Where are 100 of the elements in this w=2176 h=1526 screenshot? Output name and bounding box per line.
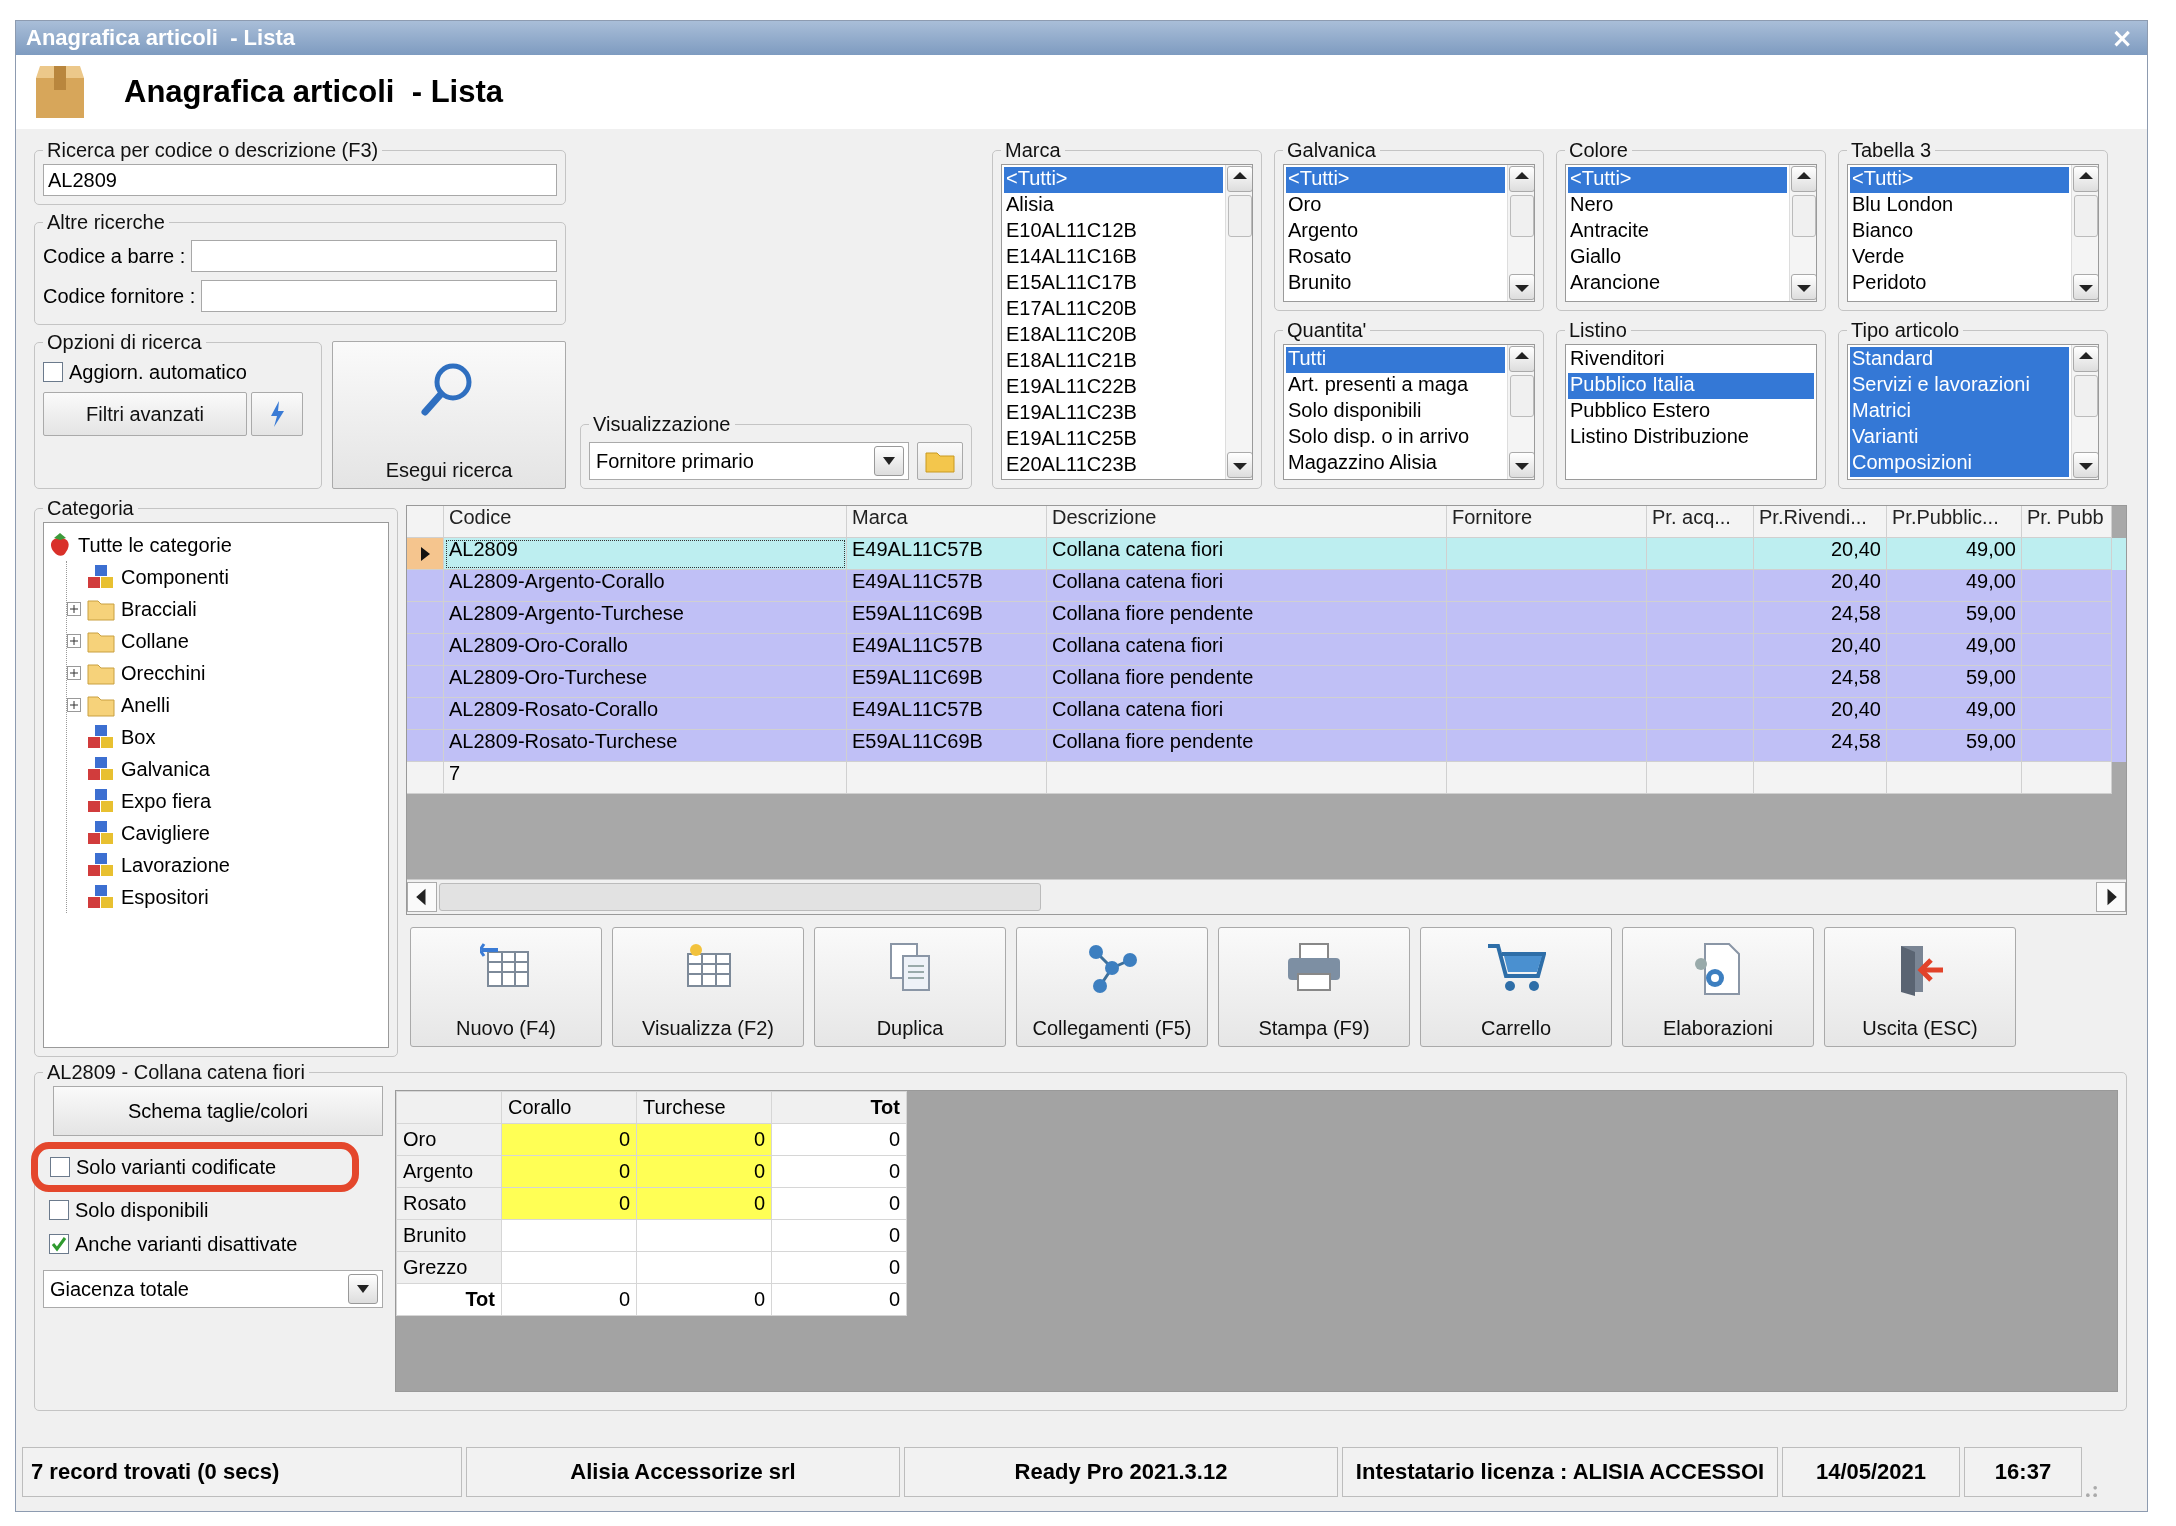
checkbox-label[interactable]: Solo disponibili [75, 1198, 209, 1222]
list-item[interactable]: Rivenditori [1568, 347, 1814, 373]
column-header[interactable]: Marca [847, 506, 1047, 538]
tree-item[interactable]: Expo fiera [121, 789, 212, 813]
scroll-down-button[interactable] [1509, 274, 1534, 300]
search-button[interactable]: Esegui ricerca [332, 341, 566, 489]
scroll-up-button[interactable] [1509, 166, 1534, 192]
list-item[interactable]: Bianco [1850, 219, 2069, 245]
horizontal-scrollbar[interactable] [407, 879, 2126, 914]
list-item[interactable]: Varianti [1850, 425, 2069, 451]
list-item[interactable]: Servizi e lavorazioni [1850, 373, 2069, 399]
scroll-up-button[interactable] [2073, 346, 2098, 372]
tree-item[interactable]: Anelli [121, 693, 170, 717]
checkbox-label[interactable]: Aggiorn. automatico [69, 360, 247, 384]
row-indicator[interactable] [407, 538, 444, 570]
table-row[interactable]: AL2809-Rosato-Turchese E59AL11C69B Collana fiore pendente 24,58 59,00 [407, 730, 2126, 762]
table-row[interactable]: AL2809-Oro-Turchese E59AL11C69B Collana fiore pendente 24,58 59,00 [407, 666, 2126, 698]
scroll-thumb[interactable] [1792, 195, 1816, 237]
list-item[interactable]: Peridoto [1850, 271, 2069, 297]
list-item[interactable]: E19AL11C25B [1004, 427, 1223, 453]
tree-item[interactable]: Bracciali [121, 597, 197, 621]
scroll-up-button[interactable] [2073, 166, 2098, 192]
list-item[interactable]: Alisia [1004, 193, 1223, 219]
list-item[interactable]: Giallo [1568, 245, 1787, 271]
expand-toggle[interactable] [67, 634, 81, 648]
list-item[interactable]: Art. presenti a maga [1286, 373, 1505, 399]
scroll-left-button[interactable] [407, 882, 437, 912]
table-row[interactable]: AL2809 E49AL11C57B Collana catena fiori 20,40 49,00 [407, 538, 2126, 570]
table-row[interactable]: AL2809-Argento-Corallo E49AL11C57B Collana catena fiori 20,40 49,00 [407, 570, 2126, 602]
toolbar-button[interactable]: Stampa (F9) [1218, 927, 1410, 1047]
list-item[interactable]: E19AL11C23B [1004, 401, 1223, 427]
list-item[interactable]: E18AL11C20B [1004, 323, 1223, 349]
list-item[interactable]: <Tutti> [1004, 167, 1223, 193]
list-item[interactable]: Blu London [1850, 193, 2069, 219]
list-item[interactable]: E15AL11C17B [1004, 271, 1223, 297]
list-item[interactable]: Solo disp. o in arrivo [1286, 425, 1505, 451]
scroll-thumb[interactable] [2074, 195, 2098, 237]
toolbar-button[interactable]: Carrello [1420, 927, 1612, 1047]
list-item[interactable]: <Tutti> [1568, 167, 1787, 193]
list-item[interactable]: Tutti [1286, 347, 1505, 373]
scrollbar[interactable] [1225, 165, 1252, 479]
list-item[interactable]: Verde [1850, 245, 2069, 271]
column-header[interactable]: Pr.Rivendi... [1754, 506, 1887, 538]
list-item[interactable]: E18AL11C21B [1004, 349, 1223, 375]
list-item[interactable]: Pubblico Italia [1568, 373, 1814, 399]
scrollbar[interactable] [2071, 165, 2098, 301]
scroll-thumb[interactable] [439, 883, 1041, 911]
column-header[interactable]: Descrizione [1047, 506, 1447, 538]
tree-item[interactable]: Cavigliere [121, 821, 210, 845]
list-item[interactable]: E20AL11C23B [1004, 453, 1223, 479]
advanced-filters-button[interactable]: Filtri avanzati [43, 392, 247, 436]
list-item[interactable]: Magazzino Alisia [1286, 451, 1505, 477]
toolbar-button[interactable]: Nuovo (F4) [410, 927, 602, 1047]
tree-item[interactable]: Galvanica [121, 757, 210, 781]
list-item[interactable]: <Tutti> [1286, 167, 1505, 193]
column-header[interactable]: Pr. acq... [1647, 506, 1754, 538]
checkbox[interactable] [43, 362, 63, 382]
scroll-down-button[interactable] [2073, 452, 2098, 478]
scroll-up-button[interactable] [1509, 346, 1534, 372]
lightning-button[interactable] [251, 392, 303, 436]
schema-button[interactable]: Schema taglie/colori [53, 1086, 383, 1136]
list-item[interactable]: E10AL11C12B [1004, 219, 1223, 245]
scroll-down-button[interactable] [1791, 274, 1816, 300]
tree-item[interactable]: Box [121, 725, 156, 749]
scrollbar[interactable] [1507, 345, 1534, 479]
list-item[interactable]: Listino Distribuzione [1568, 425, 1814, 451]
list-item[interactable]: Matrici [1850, 399, 2069, 425]
input-field[interactable] [201, 280, 557, 312]
tree-item[interactable]: Componenti [121, 565, 229, 589]
scroll-thumb[interactable] [1228, 195, 1252, 237]
list-item[interactable]: Solo disponibili [1286, 399, 1505, 425]
column-header[interactable]: Fornitore [1447, 506, 1647, 538]
toolbar-button[interactable]: Uscita (ESC) [1824, 927, 2016, 1047]
tree-item[interactable]: Orecchini [121, 661, 206, 685]
view-dropdown[interactable]: Fornitore primario [589, 442, 909, 480]
checkbox-label[interactable]: Anche varianti disattivate [75, 1232, 298, 1256]
list-item[interactable]: Brunito [1286, 271, 1505, 297]
checkbox[interactable] [49, 1200, 69, 1220]
checkbox[interactable] [50, 1157, 70, 1177]
scroll-thumb[interactable] [2074, 375, 2098, 417]
list-item[interactable]: Antracite [1568, 219, 1787, 245]
search-field[interactable]: AL2809 [43, 164, 557, 196]
column-header[interactable]: Pr.Pubblic... [1887, 506, 2022, 538]
table-row[interactable]: AL2809-Oro-Corallo E49AL11C57B Collana catena fiori 20,40 49,00 [407, 634, 2126, 666]
folder-button[interactable] [917, 442, 963, 480]
scroll-thumb[interactable] [1510, 195, 1534, 237]
scrollbar[interactable] [1789, 165, 1816, 301]
scrollbar[interactable] [1507, 165, 1534, 301]
tree-item[interactable]: Collane [121, 629, 189, 653]
list-item[interactable]: Standard [1850, 347, 2069, 373]
tree-item[interactable]: Tutte le categorie [78, 533, 232, 557]
toolbar-button[interactable]: Collegamenti (F5) [1016, 927, 1208, 1047]
table-row[interactable]: AL2809-Argento-Turchese E59AL11C69B Collana fiore pendente 24,58 59,00 [407, 602, 2126, 634]
tree-item[interactable]: Lavorazione [121, 853, 230, 877]
column-header[interactable]: Codice [444, 506, 847, 538]
list-item[interactable]: Argento [1286, 219, 1505, 245]
toolbar-button[interactable]: Duplica [814, 927, 1006, 1047]
list-item[interactable]: Nero [1568, 193, 1787, 219]
scrollbar[interactable] [2071, 345, 2098, 479]
column-header[interactable]: Pr. Pubb [2022, 506, 2112, 538]
